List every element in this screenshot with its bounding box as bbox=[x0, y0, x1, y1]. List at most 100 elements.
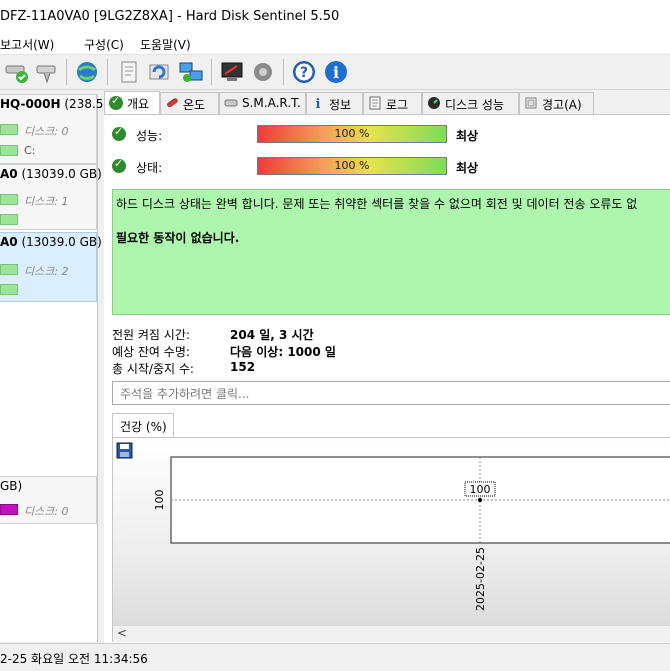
health-ok-icon bbox=[112, 157, 126, 173]
check-icon bbox=[109, 94, 123, 110]
document-icon bbox=[369, 96, 381, 110]
chart-scrollbar[interactable]: < bbox=[113, 625, 670, 642]
svg-text:i: i bbox=[333, 63, 339, 82]
svg-text:?: ? bbox=[300, 65, 308, 81]
health-rating: 최상 bbox=[456, 161, 479, 175]
performance-bar: 100 % bbox=[257, 125, 447, 143]
disk-panel-1[interactable]: A0 (13039.0 GB) 디스크: 1 bbox=[0, 164, 102, 230]
tab-label: 경고(A) bbox=[542, 98, 582, 112]
disk-number: 디스크: 2 bbox=[24, 265, 69, 278]
tab-health-chart[interactable]: 건강 (%) bbox=[112, 413, 174, 437]
tab-label: 로그 bbox=[386, 98, 409, 112]
disk-panel-3[interactable]: GB) 디스크: 0 bbox=[0, 476, 97, 524]
performance-value: 100 % bbox=[334, 127, 370, 140]
title-bar: DFZ-11A0VA0 [9LG2Z8XA] - Hard Disk Senti… bbox=[0, 0, 670, 34]
thermometer-icon bbox=[167, 98, 178, 108]
window-title: DFZ-11A0VA0 [9LG2Z8XA] - Hard Disk Senti… bbox=[0, 9, 340, 24]
tab-log[interactable]: 로그 bbox=[363, 92, 422, 114]
toolbar-separator bbox=[66, 59, 67, 85]
toolbar-separator bbox=[107, 59, 108, 85]
info-icon[interactable]: i bbox=[323, 59, 349, 85]
performance-label: 성능: bbox=[136, 129, 163, 143]
comment-box[interactable] bbox=[112, 381, 670, 405]
tab-label: S.M.A.R.T. bbox=[242, 96, 301, 110]
tab-disk-performance[interactable]: 디스크 성능 bbox=[422, 92, 519, 114]
health-bar: 100 % bbox=[257, 157, 447, 175]
status-datetime: 2-25 화요일 오전 11:34:56 bbox=[0, 652, 148, 666]
info-icon: i bbox=[316, 97, 321, 110]
performance-rating: 최상 bbox=[456, 129, 479, 143]
gauge-icon bbox=[428, 97, 440, 109]
disk-number: 디스크: 0 bbox=[24, 505, 69, 518]
toolbar: ? i bbox=[0, 55, 670, 90]
disk-check-icon[interactable] bbox=[3, 59, 29, 85]
disk-settings-icon[interactable] bbox=[34, 59, 60, 85]
warning-icon bbox=[525, 97, 537, 109]
disk-health-bar bbox=[0, 264, 18, 275]
health-label: 상태: bbox=[136, 161, 163, 175]
tab-label: 온도 bbox=[183, 98, 206, 112]
y-tick-label: 100 bbox=[153, 490, 166, 511]
start-stop-value: 152 bbox=[230, 360, 256, 374]
menu-bar: 보고서(W) 구성(C) 도움말(V) bbox=[0, 34, 670, 55]
disk-name: A0 (13039.0 GB) bbox=[0, 235, 102, 249]
tab-overview[interactable]: 개요 bbox=[104, 91, 160, 115]
remaining-life-label: 예상 잔여 수명: bbox=[112, 345, 190, 359]
disk-number: 디스크: 0 bbox=[24, 125, 69, 138]
disk-health-bar bbox=[0, 194, 18, 205]
power-on-value: 204 일, 3 시간 bbox=[230, 328, 314, 342]
tab-alerts[interactable]: 경고(A) bbox=[519, 92, 594, 114]
health-chart-area: 100 100 2025-02-25 < bbox=[112, 438, 670, 642]
data-point bbox=[478, 498, 482, 502]
toolbar-separator bbox=[211, 59, 212, 85]
health-chart: 100 100 2025-02-25 bbox=[153, 456, 670, 611]
menu-help[interactable]: 도움말(V) bbox=[140, 36, 191, 53]
tab-label: 개요 bbox=[127, 97, 150, 111]
toolbar-separator bbox=[283, 59, 284, 85]
globe-icon[interactable] bbox=[74, 59, 100, 85]
disk-panel-2-selected[interactable]: A0 (13039.0 GB) 디스크: 2 bbox=[0, 232, 102, 302]
disk-name: A0 (13039.0 GB) bbox=[0, 167, 102, 181]
svg-text:i: i bbox=[316, 97, 321, 110]
tab-label: 디스크 성능 bbox=[445, 98, 505, 112]
menu-config[interactable]: 구성(C) bbox=[84, 36, 124, 53]
tab-temperature[interactable]: 온도 bbox=[160, 92, 219, 114]
tab-info[interactable]: i 정보 bbox=[306, 92, 363, 114]
power-on-label: 전원 켜짐 시간: bbox=[112, 328, 190, 342]
tab-label: 건강 (%) bbox=[120, 420, 167, 434]
disk-number: 디스크: 1 bbox=[24, 195, 69, 208]
data-label: 100 bbox=[470, 483, 491, 496]
chart-tabs: 건강 (%) bbox=[112, 413, 670, 438]
monitor-icon[interactable] bbox=[219, 59, 245, 85]
menu-report[interactable]: 보고서(W) bbox=[0, 36, 54, 53]
status-message-box: 하드 디스크 상태는 완벽 합니다. 문제 또는 취약한 섹터를 찾을 수 없으… bbox=[112, 189, 670, 315]
disk-health-bar bbox=[0, 124, 18, 135]
help-icon[interactable]: ? bbox=[291, 59, 317, 85]
x-tick-label: 2025-02-25 bbox=[474, 547, 487, 611]
refresh-icon[interactable] bbox=[146, 59, 172, 85]
partition-bar bbox=[0, 284, 18, 295]
health-value: 100 % bbox=[334, 159, 370, 172]
scroll-left-arrow[interactable]: < bbox=[117, 626, 127, 640]
tab-smart[interactable]: S.M.A.R.T. bbox=[219, 92, 306, 114]
disk-list: HQ-000H (238.5 G 디스크: 0 C: A0 (13039.0 G… bbox=[0, 94, 117, 642]
main-tabs: 개요 온도 S.M.A.R.T. i 정보 로그 디스크 성능 경고(A) bbox=[104, 91, 670, 115]
start-stop-label: 총 시작/중지 수: bbox=[112, 362, 194, 376]
tab-label: 정보 bbox=[329, 98, 352, 112]
performance-ok-icon bbox=[112, 125, 126, 141]
partition-bar bbox=[0, 145, 18, 156]
network-icon[interactable] bbox=[178, 59, 204, 85]
speaker-icon[interactable] bbox=[250, 59, 276, 85]
disk-panel-0[interactable]: HQ-000H (238.5 G 디스크: 0 C: bbox=[0, 94, 117, 164]
overview-panel: 성능: 100 % 최상 상태: 100 % 최상 하드 디스크 상태는 완벽 … bbox=[104, 114, 670, 643]
disk-name: GB) bbox=[0, 479, 23, 493]
report-icon[interactable] bbox=[116, 59, 142, 85]
action-message: 필요한 동작이 없습니다. bbox=[116, 231, 240, 245]
disk-health-bar bbox=[0, 504, 18, 515]
status-message: 하드 디스크 상태는 완벽 합니다. 문제 또는 취약한 섹터를 찾을 수 없으… bbox=[116, 197, 638, 211]
partition-label: C: bbox=[24, 144, 36, 157]
remaining-life-value: 다음 이상: 1000 일 bbox=[230, 345, 336, 359]
comment-input[interactable] bbox=[118, 384, 662, 404]
disk-icon bbox=[224, 99, 238, 107]
disk-name: HQ-000H (238.5 G bbox=[0, 97, 117, 111]
